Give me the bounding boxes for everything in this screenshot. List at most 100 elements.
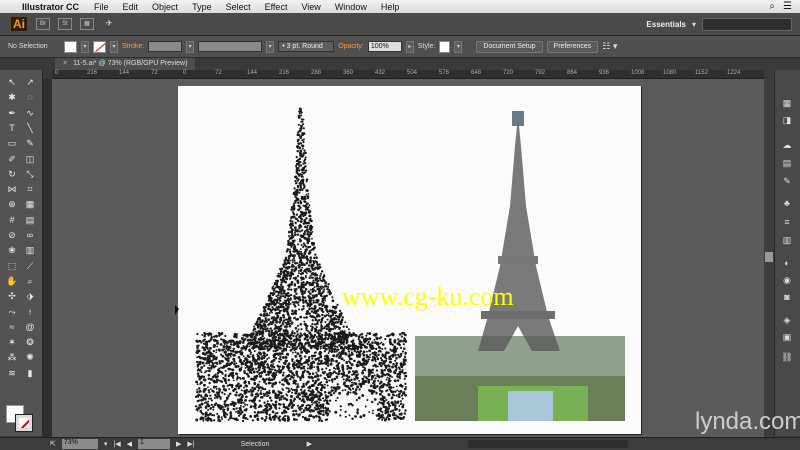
opacity-dropdown[interactable]: ▸ — [405, 40, 414, 53]
swatches-icon[interactable]: ▤ — [780, 158, 794, 170]
artboard[interactable] — [178, 86, 641, 434]
bridge-button[interactable]: Br — [36, 18, 50, 30]
chevron-down-icon[interactable]: ▾ — [692, 20, 696, 29]
artboard-number-field[interactable]: 1 — [137, 439, 170, 449]
artboard-tool[interactable]: ⬚ — [4, 260, 20, 273]
vertical-scrollbar[interactable] — [764, 79, 774, 437]
column-graph-tool[interactable]: ▥ — [22, 244, 38, 257]
free-transform-tool[interactable]: ⌗ — [22, 183, 38, 196]
perspective-grid-tool[interactable]: ▦ — [22, 198, 38, 211]
cc-libraries-icon[interactable]: ☁ — [780, 140, 794, 152]
live-paint-tool[interactable]: ⬗ — [22, 290, 38, 303]
horizontal-scrollbar[interactable] — [467, 440, 628, 448]
horizontal-ruler[interactable]: 0 216 144 72 0 72 144 216 288 360 432 504 576 648 720 7… — [52, 70, 764, 79]
search-input[interactable] — [702, 17, 792, 31]
zoom-dropdown[interactable]: ▾ — [104, 440, 108, 448]
zoom-tool[interactable]: ⌕ — [22, 275, 38, 288]
canvas[interactable]: www.cg-ku.com — [52, 79, 764, 437]
stroke-weight-field[interactable] — [148, 41, 183, 52]
stroke-color-swatch[interactable] — [15, 414, 33, 432]
stroke-weight-dropdown[interactable]: ▾ — [186, 40, 195, 53]
line-segment-tool[interactable]: ╲ — [22, 122, 38, 135]
lasso-tool[interactable]: ◌ — [22, 91, 38, 104]
menu-effect[interactable]: Effect — [258, 2, 295, 12]
paintbrush-tool[interactable]: ✎ — [22, 137, 38, 150]
layers-icon[interactable]: ◈ — [780, 315, 794, 327]
color-panel-icon[interactable]: ▦ — [780, 98, 794, 110]
scroll-thumb[interactable] — [765, 252, 773, 262]
curvature-tool[interactable]: ∿ — [22, 107, 38, 120]
brush-definition[interactable]: • 3 pt. Round — [278, 41, 335, 52]
transparency-icon[interactable]: ◐ — [780, 258, 794, 270]
menu-file[interactable]: File — [87, 2, 116, 12]
menu-select[interactable]: Select — [219, 2, 258, 12]
scale-tool[interactable]: ⤡ — [22, 168, 38, 181]
menu-view[interactable]: View — [294, 2, 327, 12]
width-tool[interactable]: ⋈ — [4, 183, 20, 196]
bloat-tool[interactable]: ❂ — [22, 336, 38, 349]
arrange-documents-icon[interactable]: ▦ — [80, 18, 94, 30]
mesh-tool[interactable]: # — [4, 214, 20, 227]
menu-type[interactable]: Type — [185, 2, 219, 12]
app-menu[interactable]: Illustrator CC — [18, 2, 87, 12]
zoom-field[interactable]: 73% — [61, 439, 98, 449]
scallop-tool[interactable]: ⁂ — [4, 351, 20, 364]
pucker-tool[interactable]: ✶ — [4, 336, 20, 349]
graphic-styles-icon[interactable]: ◙ — [780, 292, 794, 304]
current-tool-status[interactable]: Selection — [241, 441, 301, 448]
menu-window[interactable]: Window — [328, 2, 374, 12]
shape-builder-tool[interactable]: ⊕ — [4, 198, 20, 211]
vertical-ruler[interactable] — [43, 79, 52, 437]
gradient-tool[interactable]: ▤ — [22, 214, 38, 227]
stroke-label[interactable]: Stroke: — [122, 43, 144, 50]
last-artboard-button[interactable]: ▶| — [187, 440, 194, 448]
next-artboard-button[interactable]: ▶ — [176, 440, 181, 448]
stock-button[interactable]: St — [58, 18, 72, 30]
wrinkle-tool[interactable]: ≋ — [4, 367, 20, 380]
workspace-switcher[interactable]: Essentials — [646, 20, 686, 29]
brushes-icon[interactable]: ✎ — [780, 176, 794, 188]
symbol-sprayer-tool[interactable]: ❀ — [4, 244, 20, 257]
menu-list-icon[interactable]: ☰ — [783, 1, 792, 12]
links-icon[interactable]: ⛓ — [780, 352, 794, 364]
status-menu-icon[interactable]: ▶ — [307, 440, 312, 448]
rectangle-tool[interactable]: ▭ — [4, 137, 20, 150]
first-artboard-button[interactable]: |◀ — [113, 440, 120, 448]
blend-tool[interactable]: ∞ — [22, 229, 38, 242]
stroke-panel-icon[interactable]: ≡ — [780, 217, 794, 229]
style-dropdown[interactable]: ▾ — [454, 40, 463, 53]
document-tab[interactable]: × 11-5.ai* @ 73% (RGB/GPU Preview) — [55, 58, 196, 70]
shaper-tool[interactable]: ✐ — [4, 153, 20, 166]
graph-tool[interactable]: ▮ — [22, 367, 38, 380]
slice-tool[interactable]: ⟋ — [22, 260, 38, 273]
preferences-button[interactable]: Preferences — [546, 40, 599, 53]
stroke-swatch[interactable] — [93, 40, 106, 53]
color-guide-icon[interactable]: ◨ — [780, 115, 794, 127]
variable-width-field[interactable] — [198, 41, 263, 52]
puppet-warp-tool[interactable]: ✣ — [4, 290, 20, 303]
style-swatch[interactable] — [439, 40, 451, 53]
artboard-navigation-icon[interactable]: ⇱ — [50, 440, 56, 448]
opacity-field[interactable]: 100% — [367, 41, 402, 52]
fill-swatch[interactable] — [64, 40, 77, 53]
warp-tool[interactable]: ≈ — [4, 321, 20, 334]
selection-tool[interactable]: ↖ — [4, 76, 20, 89]
fill-dropdown[interactable]: ▾ — [81, 40, 89, 53]
gpu-rocket-icon[interactable]: ✈ — [102, 18, 116, 30]
spotlight-search-icon[interactable]: ⌕ — [769, 1, 775, 12]
appearance-icon[interactable]: ◉ — [780, 275, 794, 287]
hand-tool[interactable]: ✋ — [4, 275, 20, 288]
menu-object[interactable]: Object — [145, 2, 185, 12]
twirl-tool[interactable]: @ — [22, 321, 38, 334]
opacity-label[interactable]: Opacity: — [338, 43, 364, 50]
reshape-tool[interactable]: ⤳ — [4, 306, 20, 319]
magic-wand-tool[interactable]: ✱ — [4, 91, 20, 104]
artboards-icon[interactable]: ▣ — [780, 332, 794, 344]
knife-tool[interactable]: ⟊ — [22, 306, 38, 319]
stroke-dropdown[interactable]: ▾ — [110, 40, 118, 53]
document-setup-button[interactable]: Document Setup — [476, 40, 543, 53]
rotate-tool[interactable]: ↻ — [4, 168, 20, 181]
crystallize-tool[interactable]: ✺ — [22, 351, 38, 364]
menu-edit[interactable]: Edit — [116, 2, 146, 12]
direct-selection-tool[interactable]: ↗ — [22, 76, 38, 89]
